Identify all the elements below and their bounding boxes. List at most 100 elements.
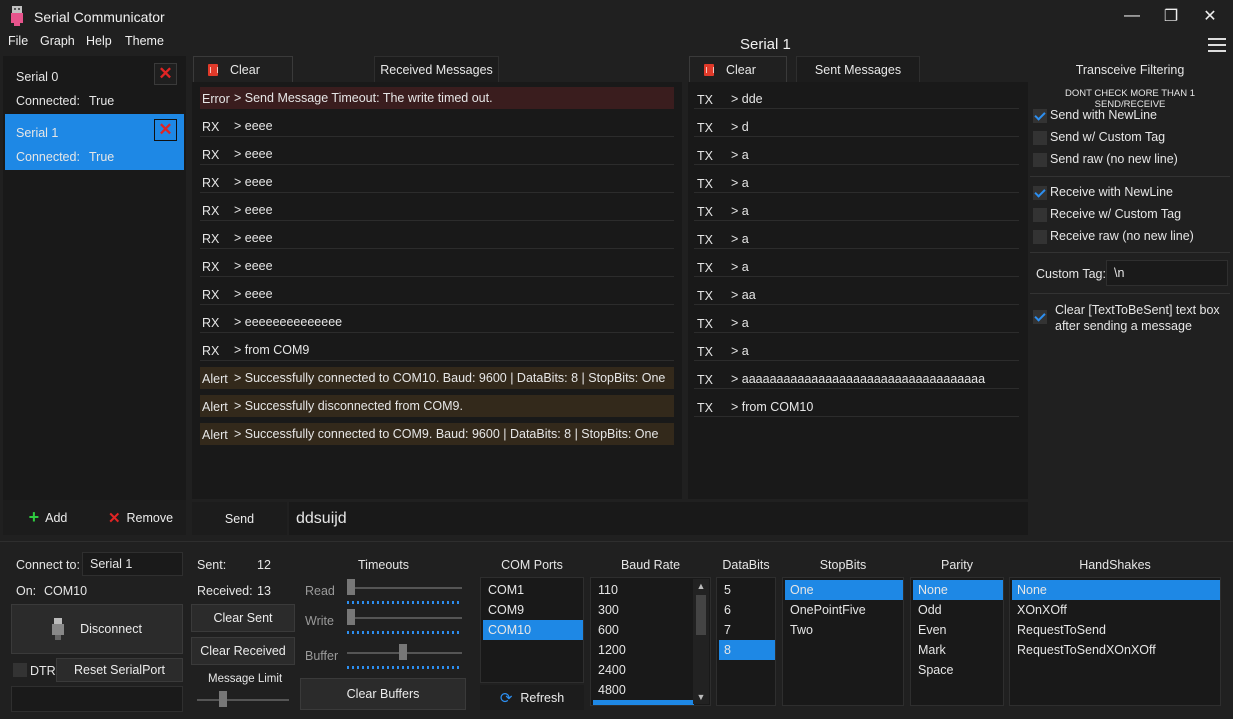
- app-window: Serial Communicator — ❐ ✕ File Graph Hel…: [0, 0, 1233, 719]
- list-item[interactable]: OnePointFive: [785, 600, 903, 620]
- receive_options-checkbox-1[interactable]: [1033, 208, 1047, 222]
- dtr-checkbox[interactable]: [13, 663, 27, 677]
- list-item[interactable]: 600: [593, 620, 694, 640]
- message-limit-thumb[interactable]: [219, 691, 227, 707]
- close-button[interactable]: ✕: [1187, 0, 1233, 32]
- on-value: COM10: [44, 584, 88, 598]
- clear-received-tab[interactable]: Clear: [193, 56, 293, 82]
- clear-after-send-label-2: after sending a message: [1055, 319, 1192, 333]
- hamburger-menu-icon[interactable]: [1208, 38, 1226, 52]
- serial-item-1[interactable]: Serial 1 ✕ Connected: True: [5, 114, 184, 170]
- list-item[interactable]: 110: [593, 580, 694, 600]
- list-item[interactable]: XOnXOff: [1012, 600, 1220, 620]
- message-type: TX: [697, 289, 713, 303]
- message-type: TX: [697, 121, 713, 135]
- send_options-checkbox-2[interactable]: [1033, 153, 1047, 167]
- serial-item-0[interactable]: Serial 0 ✕ Connected: True: [5, 58, 184, 114]
- tab-received-messages[interactable]: Received Messages: [374, 56, 499, 82]
- menu-theme[interactable]: Theme: [125, 34, 164, 48]
- send_options-checkbox-0[interactable]: [1033, 109, 1047, 123]
- receive_options-checkbox-0[interactable]: [1033, 186, 1047, 200]
- send_options-label-1: Send w/ Custom Tag: [1050, 130, 1166, 144]
- tab-sent-messages[interactable]: Sent Messages: [796, 56, 920, 82]
- send_options-checkbox-1[interactable]: [1033, 131, 1047, 145]
- list-item[interactable]: 8: [719, 640, 775, 660]
- menu-help[interactable]: Help: [86, 34, 112, 48]
- menu-graph[interactable]: Graph: [40, 34, 75, 48]
- buffer-thumb[interactable]: [399, 644, 407, 660]
- com-ports-list[interactable]: COM1 COM9 COM10: [480, 577, 584, 683]
- list-item[interactable]: RequestToSendXOnXOff: [1012, 640, 1220, 660]
- message-row: RX > eeee: [200, 171, 674, 193]
- list-item[interactable]: 9600: [593, 700, 694, 705]
- list-item[interactable]: 1200: [593, 640, 694, 660]
- clear-sent-tab[interactable]: Clear: [689, 56, 787, 82]
- message-text: > eeeeeeeeeeeeee: [234, 315, 343, 329]
- remove-serial-icon[interactable]: ✕: [154, 119, 177, 141]
- stopbits-list[interactable]: One OnePointFive Two: [782, 577, 904, 706]
- message-limit-slider[interactable]: [197, 699, 289, 701]
- list-item[interactable]: Two: [785, 620, 903, 640]
- timeouts-title: Timeouts: [358, 558, 409, 572]
- plus-icon: +: [28, 507, 40, 527]
- receive_options-checkbox-2[interactable]: [1033, 230, 1047, 244]
- reset-serialport-button[interactable]: Reset SerialPort: [56, 658, 183, 682]
- list-item[interactable]: 5: [719, 580, 775, 600]
- list-item[interactable]: Odd: [913, 600, 1003, 620]
- remove-serial-icon[interactable]: ✕: [154, 63, 177, 85]
- list-item[interactable]: COM9: [483, 600, 583, 620]
- list-item[interactable]: None: [1012, 580, 1220, 600]
- scroll-down-icon[interactable]: ▼: [693, 692, 709, 702]
- write-ticks: [347, 631, 462, 634]
- clear-after-send-label-1: Clear [TextToBeSent] text box: [1055, 303, 1220, 317]
- connect-to-input[interactable]: Serial 1: [82, 552, 183, 576]
- list-item[interactable]: COM10: [483, 620, 583, 640]
- clear-after-send-checkbox[interactable]: [1033, 310, 1047, 324]
- clear-buffers-button[interactable]: Clear Buffers: [300, 678, 466, 710]
- message-text: > aa: [731, 288, 756, 302]
- message-row: TX > a: [694, 171, 1019, 193]
- list-item[interactable]: One: [785, 580, 903, 600]
- write-thumb[interactable]: [347, 609, 355, 625]
- receive_options-label-1: Receive w/ Custom Tag: [1050, 207, 1182, 221]
- list-item[interactable]: 4800: [593, 680, 694, 700]
- scroll-up-icon[interactable]: ▲: [693, 581, 709, 591]
- buffer-label: Buffer: [305, 649, 339, 663]
- connection-title: Serial 1: [740, 36, 791, 53]
- list-item[interactable]: 2400: [593, 660, 694, 680]
- read-ticks: [347, 601, 462, 604]
- refresh-button[interactable]: ⟳ Refresh: [480, 685, 584, 710]
- clear-received-button[interactable]: Clear Received: [191, 637, 295, 665]
- list-item[interactable]: 7: [719, 620, 775, 640]
- databits-list[interactable]: 5678: [716, 577, 776, 706]
- disconnect-button[interactable]: Disconnect: [11, 604, 183, 654]
- add-button[interactable]: + Add: [3, 500, 93, 535]
- remove-button[interactable]: ✕ Remove: [95, 500, 186, 535]
- custom-tag-input[interactable]: \n: [1106, 260, 1228, 286]
- menu-file[interactable]: File: [8, 34, 28, 48]
- handshakes-list[interactable]: None XOnXOff RequestToSend RequestToSendXOn…: [1009, 577, 1221, 706]
- list-item[interactable]: RequestToSend: [1012, 620, 1220, 640]
- read-thumb[interactable]: [347, 579, 355, 595]
- status-field: [11, 686, 183, 712]
- message-row: Alert > Successfully connected to COM10. …: [200, 367, 674, 389]
- read-slider[interactable]: [347, 587, 462, 589]
- write-slider[interactable]: [347, 617, 462, 619]
- message-input[interactable]: ddsuijd: [289, 502, 1028, 535]
- baud-scrollbar[interactable]: ▲ ▼: [693, 579, 709, 704]
- list-item[interactable]: Mark: [913, 640, 1003, 660]
- list-item[interactable]: Even: [913, 620, 1003, 640]
- message-row: TX > a: [694, 227, 1019, 249]
- list-item[interactable]: None: [913, 580, 1003, 600]
- list-item[interactable]: COM1: [483, 580, 583, 600]
- buffer-ticks: [347, 666, 462, 669]
- message-type: TX: [697, 373, 713, 387]
- list-item[interactable]: 300: [593, 600, 694, 620]
- message-type: Alert: [202, 400, 228, 414]
- send-button[interactable]: Send: [192, 502, 287, 535]
- parity-list[interactable]: None Odd Even Mark Space: [910, 577, 1004, 706]
- scroll-thumb[interactable]: [696, 595, 706, 635]
- clear-sent-button[interactable]: Clear Sent: [191, 604, 295, 632]
- list-item[interactable]: 6: [719, 600, 775, 620]
- list-item[interactable]: Space: [913, 660, 1003, 680]
